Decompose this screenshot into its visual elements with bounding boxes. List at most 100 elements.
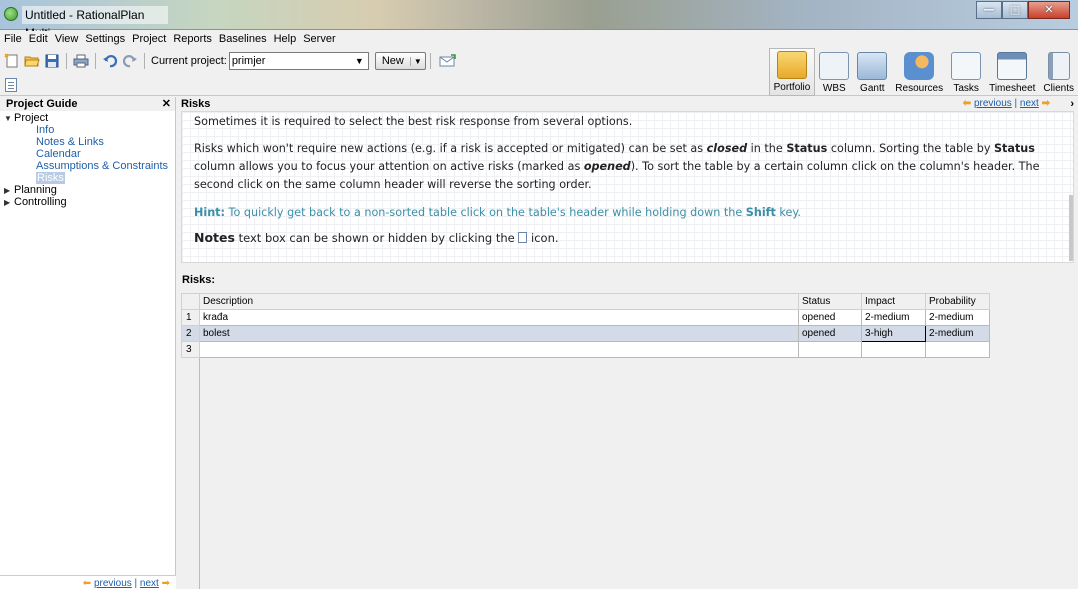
expanded-arrow-icon[interactable]: ▼ <box>4 113 14 124</box>
menu-reports[interactable]: Reports <box>169 31 215 47</box>
menu-file[interactable]: File <box>0 31 25 47</box>
print-icon[interactable] <box>73 53 89 69</box>
tasks-button[interactable]: Tasks <box>947 48 985 96</box>
gantt-button[interactable]: Gantt <box>853 48 891 96</box>
table-row[interactable]: 2 bolest opened 3-high 2-medium <box>181 325 990 342</box>
window-title: Untitled - RationalPlan Multi <box>22 6 168 40</box>
previous-link[interactable]: previous <box>94 578 132 589</box>
menu-edit[interactable]: Edit <box>25 31 51 47</box>
chevron-down-icon[interactable]: ▼ <box>409 56 425 66</box>
cell-status[interactable]: opened <box>798 325 862 342</box>
menu-help[interactable]: Help <box>270 31 300 47</box>
tree-item-notes-links-label: Notes & Links <box>36 136 104 148</box>
scrollbar-thumb[interactable] <box>1069 195 1073 261</box>
save-icon[interactable] <box>44 53 60 69</box>
tree-item-controlling-label: Controlling <box>14 196 67 208</box>
menu-baselines[interactable]: Baselines <box>215 31 270 47</box>
wbs-button[interactable]: WBS <box>815 48 853 96</box>
collapsed-arrow-icon[interactable]: ▶ <box>4 185 14 196</box>
minimize-button[interactable]: — <box>976 1 1002 19</box>
resources-button[interactable]: Resources <box>891 48 947 96</box>
toolbar-separator <box>429 53 431 69</box>
clients-button[interactable]: Clients <box>1039 48 1078 96</box>
risks-guide-text: Sometimes it is required to select the b… <box>181 111 1074 263</box>
tree-item-assumptions[interactable]: Assumptions & Constraints <box>4 161 175 173</box>
undo-icon[interactable] <box>102 53 118 69</box>
tree-item-controlling[interactable]: ▶ Controlling <box>4 197 175 209</box>
text-segment: key. <box>775 206 801 219</box>
redo-icon[interactable] <box>122 53 138 69</box>
tasks-label: Tasks <box>953 83 979 94</box>
tree-item-risks-label: Risks <box>36 172 65 184</box>
cell-description[interactable]: bolest <box>199 325 799 342</box>
table-header-row: Description Status Impact Probability <box>181 293 990 310</box>
portfolio-button[interactable]: Portfolio <box>768 48 816 96</box>
resources-label: Resources <box>895 83 944 94</box>
tree-item-planning-label: Planning <box>14 184 57 196</box>
toolbar-separator <box>144 53 145 69</box>
text-segment: column allows you to focus your attentio… <box>194 160 584 173</box>
current-project-select[interactable]: primjer ▼ <box>228 52 369 70</box>
close-button[interactable]: ✕ <box>1028 1 1070 19</box>
cell-probability[interactable] <box>925 341 990 358</box>
current-project-label: Current project: <box>151 55 227 67</box>
tree-item-project-label: Project <box>14 112 49 124</box>
column-header-probability[interactable]: Probability <box>925 293 990 310</box>
previous-link[interactable]: previous <box>974 98 1012 109</box>
project-guide-header: Project Guide ✕ <box>0 97 175 111</box>
collapse-icon[interactable]: › <box>1070 97 1074 111</box>
text-segment: column. Sorting the table by <box>827 142 994 155</box>
cell-status[interactable]: opened <box>798 309 862 326</box>
cell-probability[interactable]: 2-medium <box>925 309 990 326</box>
guide-hint: Hint: To quickly get back to a non-sorte… <box>182 204 1073 222</box>
previous-arrow-icon[interactable]: ⬅ <box>83 578 91 589</box>
previous-arrow-icon[interactable]: ⬅ <box>963 98 971 109</box>
maximize-button[interactable]: □ <box>1002 1 1028 19</box>
cell-impact[interactable] <box>861 341 926 358</box>
next-arrow-icon[interactable]: ➡ <box>162 578 170 589</box>
cell-description[interactable]: krađa <box>199 309 799 326</box>
menu-view[interactable]: View <box>51 31 82 47</box>
portfolio-label: Portfolio <box>773 82 811 93</box>
project-guide-tree: ▼ Project Info Notes & Links Calendar Ass… <box>0 111 175 209</box>
close-icon[interactable]: ✕ <box>162 97 171 111</box>
timesheet-label: Timesheet <box>989 83 1036 94</box>
collapsed-arrow-icon[interactable]: ▶ <box>4 197 14 208</box>
cell-probability[interactable]: 2-medium <box>925 325 990 342</box>
open-folder-icon[interactable] <box>24 53 40 69</box>
current-project-value: primjer <box>231 55 266 67</box>
cell-impact[interactable]: 3-high <box>861 325 926 342</box>
notes-icon[interactable] <box>5 78 17 92</box>
toolbar: Current project: primjer ▼ New ▼ Portfol… <box>0 48 1078 96</box>
timesheet-button[interactable]: Timesheet <box>985 48 1039 96</box>
cell-description[interactable] <box>199 341 799 358</box>
new-button[interactable]: New ▼ <box>374 52 426 70</box>
table-row[interactable]: 1 krađa opened 2-medium 2-medium <box>181 309 990 326</box>
cell-status[interactable] <box>798 341 862 358</box>
next-arrow-icon[interactable]: ➡ <box>1042 98 1050 109</box>
table-row[interactable]: 3 <box>181 341 990 358</box>
tree-item-calendar-label: Calendar <box>36 148 81 160</box>
text-status: Status <box>786 142 828 155</box>
next-link[interactable]: next <box>1020 98 1039 109</box>
new-project-icon[interactable] <box>4 53 20 69</box>
column-header-impact[interactable]: Impact <box>861 293 926 310</box>
email-icon[interactable] <box>437 53 457 69</box>
column-header-status[interactable]: Status <box>798 293 862 310</box>
text-segment: To quickly get back to a non-sorted tabl… <box>224 206 746 219</box>
next-link[interactable]: next <box>140 578 159 589</box>
risks-table-container: Description Status Impact Probability 1 … <box>181 293 1074 589</box>
tasks-icon <box>951 52 982 80</box>
notes-icon <box>518 232 528 243</box>
menu-settings[interactable]: Settings <box>81 31 128 47</box>
resources-icon <box>904 52 935 80</box>
tree-item-notes-links[interactable]: Notes & Links <box>4 137 175 149</box>
menu-server[interactable]: Server <box>299 31 338 47</box>
clients-icon <box>1047 52 1070 80</box>
cell-impact[interactable]: 2-medium <box>861 309 926 326</box>
tree-item-project[interactable]: ▼ Project <box>4 113 175 125</box>
column-header-description[interactable]: Description <box>199 293 799 310</box>
menu-project[interactable]: Project <box>128 31 169 47</box>
risks-header: Risks ⬅ previous | next ➡ › <box>177 97 1078 111</box>
row-number: 2 <box>181 325 200 342</box>
